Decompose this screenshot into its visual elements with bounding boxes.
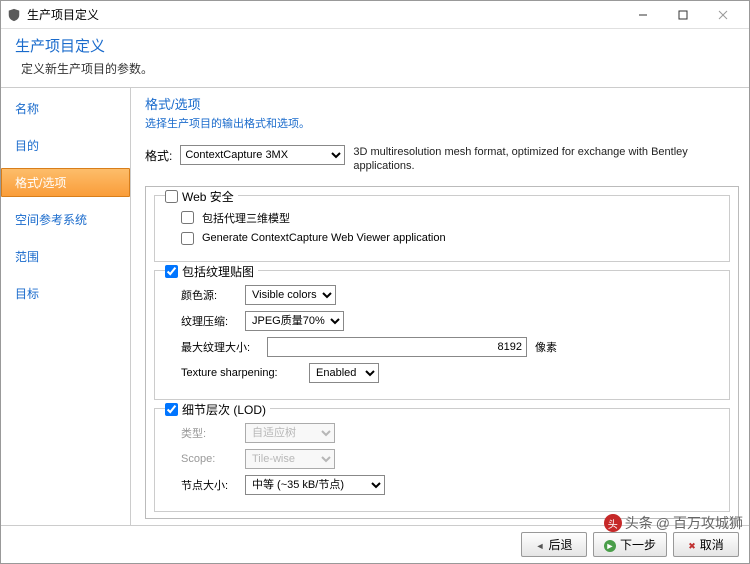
lod-type-select: 自适应树 [245,423,335,443]
lod-scope-select: Tile-wise [245,449,335,469]
lod-checkbox[interactable] [165,403,178,416]
lod-type-label: 类型: [181,425,237,441]
close-button[interactable] [703,1,743,29]
lod-scope-label: Scope: [181,453,237,465]
back-button[interactable]: 后退 [521,532,587,557]
sidebar: 名称 目的 格式/选项 空间参考系统 范围 目标 [1,88,131,525]
format-hint: 3D multiresolution mesh format, optimize… [353,145,739,174]
lod-label: 细节层次 (LOD) [182,401,266,418]
sharpening-label: Texture sharpening: [181,367,301,379]
group-web: Web 安全 包括代理三维模型 Generate ContextCapture … [154,195,730,262]
sidebar-item-extent[interactable]: 范围 [1,242,130,271]
options-panel: Web 安全 包括代理三维模型 Generate ContextCapture … [145,186,739,519]
format-select[interactable]: ContextCapture 3MX [180,145,345,165]
page-title: 生产项目定义 [15,35,735,56]
compression-label: 纹理压缩: [181,313,237,329]
lod-node-label: 节点大小: [181,477,237,493]
page-subtitle: 定义新生产项目的参数。 [15,60,735,77]
max-texture-label: 最大纹理大小: [181,339,259,355]
web-security-label: Web 安全 [182,188,234,205]
web-viewer-checkbox[interactable] [181,232,194,245]
max-texture-unit: 像素 [535,339,557,355]
cancel-button[interactable]: 取消 [673,532,739,557]
maximize-button[interactable] [663,1,703,29]
max-texture-input[interactable] [267,337,527,357]
app-icon [7,8,21,22]
color-source-select[interactable]: Visible colors [245,285,336,305]
sidebar-item-name[interactable]: 名称 [1,94,130,123]
lod-node-select[interactable]: 中等 (~35 kB/节点) [245,475,385,495]
footer: 后退 下一步 取消 [1,525,749,563]
sidebar-item-srs[interactable]: 空间参考系统 [1,205,130,234]
web-security-checkbox[interactable] [165,190,178,203]
section-title: 格式/选项 [145,94,739,113]
group-lod: 细节层次 (LOD) 类型: 自适应树 Scope: Tile-wise 节点大… [154,408,730,512]
group-texture: 包括纹理贴图 颜色源: Visible colors 纹理压缩: JPEG质量7… [154,270,730,400]
minimize-button[interactable] [623,1,663,29]
arrow-right-icon [604,538,616,552]
sidebar-item-purpose[interactable]: 目的 [1,131,130,160]
header: 生产项目定义 定义新生产项目的参数。 [1,29,749,87]
proxy-mesh-checkbox[interactable] [181,211,194,224]
sharpening-select[interactable]: Enabled [309,363,379,383]
color-source-label: 颜色源: [181,287,237,303]
web-viewer-label: Generate ContextCapture Web Viewer appli… [202,232,446,244]
sidebar-item-target[interactable]: 目标 [1,279,130,308]
arrow-left-icon [536,538,545,552]
format-label: 格式: [145,145,172,164]
compression-select[interactable]: JPEG质量70% [245,311,344,331]
titlebar: 生产项目定义 [1,1,749,29]
cancel-icon [688,538,696,552]
proxy-mesh-label: 包括代理三维模型 [202,210,290,226]
section-desc: 选择生产项目的输出格式和选项。 [145,115,739,131]
texture-label: 包括纹理贴图 [182,263,254,280]
next-button[interactable]: 下一步 [593,532,667,557]
texture-checkbox[interactable] [165,265,178,278]
window-title: 生产项目定义 [27,6,623,23]
sidebar-item-format[interactable]: 格式/选项 [1,168,130,197]
